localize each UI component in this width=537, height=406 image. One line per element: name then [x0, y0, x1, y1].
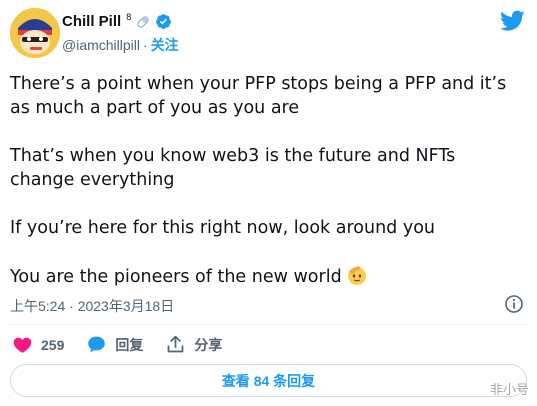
- tweet-timestamp[interactable]: 上午5:24 · 2023年3月18日: [10, 296, 174, 316]
- tweet-paragraph: If you’re here for this right now, look …: [10, 218, 435, 238]
- twitter-bird-icon[interactable]: [500, 10, 525, 32]
- name-superscript: 8: [126, 11, 132, 22]
- user-handle[interactable]: @iamchillpill: [62, 37, 140, 53]
- verified-badge-icon: [155, 13, 172, 30]
- pill-emoji: [135, 14, 151, 30]
- user-name-row[interactable]: Chill Pill 8: [62, 11, 172, 30]
- view-replies-button[interactable]: 查看 84 条回复: [10, 364, 527, 397]
- share-button[interactable]: 分享: [165, 334, 222, 355]
- heart-icon: [13, 337, 32, 353]
- action-bar: 259 回复 分享: [12, 334, 244, 355]
- info-icon[interactable]: [504, 294, 524, 314]
- avatar[interactable]: [10, 8, 60, 58]
- watermark-logo: 非小号: [489, 383, 529, 398]
- reply-label: 回复: [115, 336, 144, 353]
- display-name[interactable]: Chill Pill: [62, 13, 121, 30]
- like-count: 259: [41, 336, 65, 353]
- avatar-illustration: [10, 8, 60, 58]
- tweet-paragraph-last: You are the pioneers of the new world: [10, 264, 525, 289]
- tweet-paragraph: That’s when you know web3 is the future …: [10, 146, 456, 190]
- like-button[interactable]: 259: [12, 334, 64, 355]
- share-icon: [167, 335, 184, 353]
- tweet-text: There’s a point when your PFP stops bein…: [10, 72, 525, 289]
- saluting-face-emoji: [346, 264, 368, 286]
- tweet-paragraph: There’s a point when your PFP stops bein…: [10, 74, 507, 118]
- handle-row: @iamchillpill · 关注: [62, 35, 179, 55]
- speech-bubble-icon: [88, 336, 106, 353]
- separator-dot: ·: [143, 37, 148, 53]
- share-label: 分享: [194, 336, 223, 353]
- reply-button[interactable]: 回复: [86, 334, 143, 355]
- follow-button[interactable]: 关注: [151, 35, 179, 55]
- divider: [10, 324, 527, 325]
- tweet-paragraph-text: You are the pioneers of the new world: [10, 267, 342, 287]
